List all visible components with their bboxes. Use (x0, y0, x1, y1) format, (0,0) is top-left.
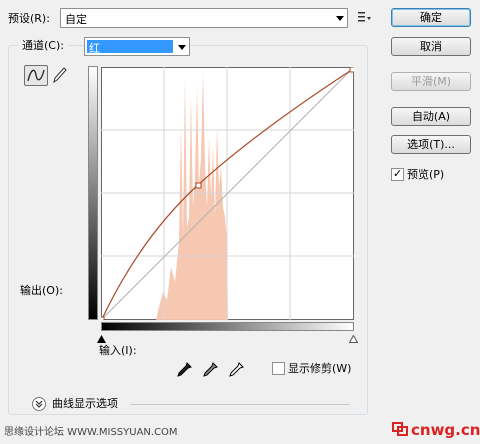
input-gradient-bar (101, 322, 354, 331)
auto-button[interactable]: 自动(A) (391, 107, 471, 126)
preset-value: 自定 (65, 13, 87, 26)
channel-label: 通道(C): (18, 39, 68, 53)
gray-eyedropper-icon[interactable] (201, 361, 219, 379)
white-point-slider[interactable] (348, 333, 359, 343)
white-eyedropper-icon[interactable] (227, 361, 245, 379)
chevron-down-icon (336, 16, 344, 21)
output-gradient-bar (88, 66, 98, 320)
curve-tool-icon[interactable] (24, 65, 48, 86)
preset-label: 预设(R): (8, 12, 50, 25)
expand-chevron-icon[interactable] (32, 397, 46, 411)
pencil-icon[interactable] (52, 66, 68, 84)
smooth-button[interactable]: 平滑(M) (391, 72, 471, 91)
black-point-slider[interactable] (97, 333, 106, 343)
curve-display-options-label: 曲线显示选项 (52, 397, 118, 410)
input-label: 输入(I): (99, 344, 137, 357)
curve-point-mid[interactable] (195, 182, 202, 189)
ok-button[interactable]: 确定 (391, 8, 471, 27)
preview-label: 预览(P) (407, 168, 445, 181)
cnwg-logo-icon (392, 422, 408, 436)
watermark-right: cnwg.cn (411, 421, 480, 439)
show-clipping-label: 显示修剪(W) (288, 362, 352, 375)
curve-point-white[interactable] (349, 66, 356, 73)
preview-checkbox[interactable] (391, 167, 404, 181)
watermark-left: 思缘设计论坛 WWW.MISSYUAN.COM (4, 427, 178, 438)
channel-select[interactable]: 红 (84, 37, 190, 56)
show-clipping-checkbox[interactable] (272, 362, 285, 375)
output-label: 输出(O): (20, 284, 63, 297)
preset-select[interactable]: 自定 (60, 8, 348, 28)
chevron-down-icon (178, 45, 186, 50)
options-button[interactable]: 选项(T)... (391, 135, 471, 154)
black-eyedropper-icon[interactable] (175, 361, 193, 379)
preset-menu-icon[interactable] (358, 11, 372, 23)
divider (130, 404, 350, 405)
curve-svg[interactable] (99, 66, 356, 322)
channel-value: 红 (89, 42, 100, 55)
curve-graph[interactable] (99, 66, 356, 322)
cancel-button[interactable]: 取消 (391, 37, 471, 56)
curve-point-black[interactable] (99, 316, 105, 322)
